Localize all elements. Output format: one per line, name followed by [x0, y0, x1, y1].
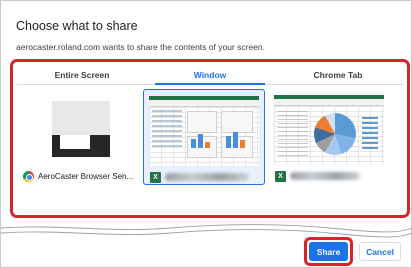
source-picker: Entire Screen Window Chrome Tab AeroCast…: [10, 59, 410, 218]
tab-window[interactable]: Window: [147, 65, 273, 85]
share-dialog: Choose what to share aerocaster.roland.c…: [0, 0, 412, 268]
blurred-window-title: [165, 173, 249, 181]
dialog-title: Choose what to share: [16, 19, 138, 33]
source-label-row: X: [275, 169, 387, 183]
source-label: AeroCaster Browser Sen...: [38, 171, 134, 181]
active-tab-indicator: [155, 83, 265, 85]
source-label-row: X: [150, 170, 262, 184]
window-thumbnail: [274, 95, 384, 165]
cancel-button[interactable]: Cancel: [359, 242, 401, 261]
torn-edge-divider: [1, 224, 412, 238]
excel-icon: X: [275, 170, 286, 182]
blurred-window-title: [290, 172, 360, 180]
share-button[interactable]: Share: [309, 242, 348, 261]
tab-bar: Entire Screen Window Chrome Tab: [17, 65, 403, 85]
window-thumbnail: [52, 95, 110, 157]
source-item-selected[interactable]: X: [143, 89, 265, 185]
dialog-subtitle: aerocaster.roland.com wants to share the…: [16, 42, 265, 52]
tab-chrome-tab[interactable]: Chrome Tab: [273, 65, 403, 85]
window-thumbnail: [149, 96, 259, 166]
tab-entire-screen[interactable]: Entire Screen: [17, 65, 147, 85]
chrome-icon: [23, 170, 34, 182]
source-item[interactable]: AeroCaster Browser Sen...: [17, 89, 139, 185]
source-label-row: AeroCaster Browser Sen...: [23, 169, 135, 183]
pie-chart-thumbnail: [314, 113, 356, 155]
excel-icon: X: [150, 171, 161, 183]
source-item[interactable]: X: [269, 89, 391, 185]
